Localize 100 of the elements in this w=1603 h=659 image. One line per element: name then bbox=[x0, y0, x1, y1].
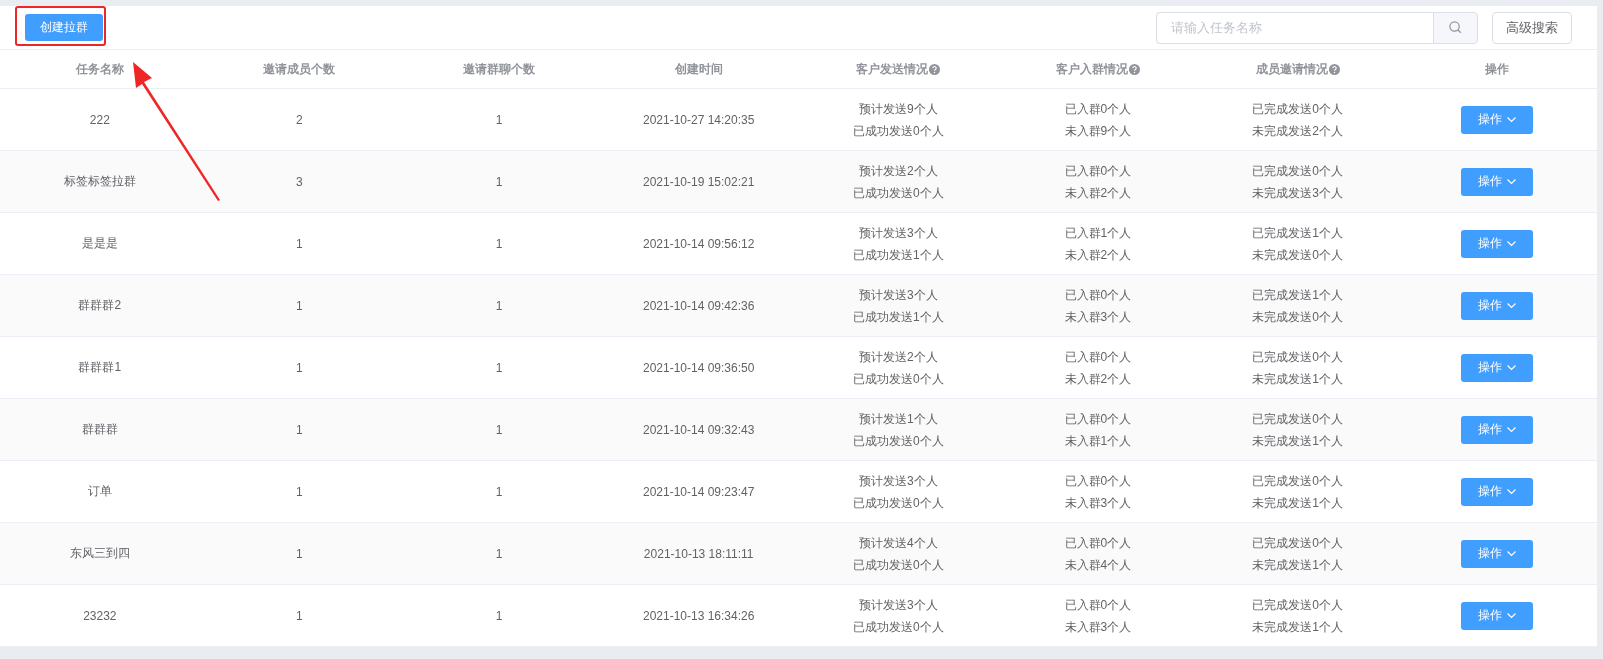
table-cell: 2021-10-27 14:20:35 bbox=[642, 112, 755, 127]
column-header: 邀请成员个数 bbox=[263, 60, 336, 78]
table-cell-text: 已入群0个人 bbox=[1064, 410, 1132, 428]
table-cell-text: 未入群2个人 bbox=[1064, 184, 1132, 202]
table-cell: 23232 bbox=[83, 608, 117, 623]
advanced-search-button[interactable]: 高级搜索 bbox=[1492, 11, 1572, 44]
column-header: 邀请群聊个数 bbox=[463, 60, 536, 78]
table-cell-text: 未入群4个人 bbox=[1064, 556, 1132, 574]
table-cell: 1 bbox=[495, 484, 503, 499]
table-cell: 群群群1 bbox=[78, 359, 122, 376]
table-cell-text: 未入群3个人 bbox=[1064, 494, 1132, 512]
table-cell: 1 bbox=[495, 298, 503, 313]
table-cell-text: 已入群0个人 bbox=[1064, 534, 1132, 552]
table-cell-text: 已入群0个人 bbox=[1064, 596, 1132, 614]
table-cell: 1 bbox=[495, 608, 503, 623]
help-icon bbox=[1328, 63, 1340, 75]
table-cell-text: 未完成发送2个人 bbox=[1252, 122, 1343, 140]
table-cell-text: 未入群1个人 bbox=[1064, 432, 1132, 450]
table-cell: 1 bbox=[296, 298, 303, 313]
table-cell-text: 预计发送2个人 bbox=[858, 162, 938, 180]
table-cell: 1 bbox=[296, 360, 303, 375]
table-cell-text: 未完成发送0个人 bbox=[1252, 246, 1343, 264]
table-cell-text: 已成功发送0个人 bbox=[852, 184, 944, 202]
action-dropdown-button[interactable]: 操作 bbox=[1461, 601, 1534, 630]
chevron-down-icon bbox=[1507, 240, 1517, 247]
table-cell-text: 已入群0个人 bbox=[1064, 100, 1132, 118]
action-dropdown-button[interactable]: 操作 bbox=[1461, 539, 1534, 568]
table-cell: 1 bbox=[296, 422, 303, 437]
action-dropdown-button[interactable]: 操作 bbox=[1461, 477, 1534, 506]
table-cell-text: 已完成发送1个人 bbox=[1252, 286, 1343, 304]
table-cell: 是是是 bbox=[81, 235, 118, 252]
search-icon bbox=[1449, 21, 1462, 34]
table-cell-text: 已成功发送0个人 bbox=[852, 556, 944, 574]
table-cell: 1 bbox=[296, 546, 303, 561]
column-header: 客户入群情况 bbox=[1055, 60, 1128, 78]
table-cell-text: 预计发送3个人 bbox=[858, 596, 938, 614]
table-cell-text: 已完成发送0个人 bbox=[1252, 100, 1343, 118]
chevron-down-icon bbox=[1507, 488, 1517, 495]
table-cell-text: 未完成发送0个人 bbox=[1252, 308, 1343, 326]
chevron-down-icon bbox=[1507, 178, 1517, 185]
table-cell-text: 已成功发送1个人 bbox=[852, 308, 944, 326]
table-cell-text: 未入群2个人 bbox=[1064, 370, 1132, 388]
table-cell-text: 预计发送4个人 bbox=[858, 534, 938, 552]
table-cell-text: 未完成发送1个人 bbox=[1252, 618, 1343, 636]
table-cell: 标签标签拉群 bbox=[63, 173, 136, 190]
table-cell-text: 已成功发送0个人 bbox=[852, 432, 944, 450]
table-cell: 2021-10-14 09:32:43 bbox=[642, 422, 755, 437]
chevron-down-icon bbox=[1507, 364, 1517, 371]
table-cell-text: 已完成发送0个人 bbox=[1252, 348, 1343, 366]
table-cell: 2021-10-14 09:42:36 bbox=[642, 298, 755, 313]
chevron-down-icon bbox=[1507, 426, 1517, 433]
table-cell: 2021-10-13 16:34:26 bbox=[642, 608, 755, 623]
table-cell: 1 bbox=[495, 174, 503, 189]
table-cell-text: 未完成发送1个人 bbox=[1252, 370, 1343, 388]
column-header: 创建时间 bbox=[674, 60, 723, 78]
action-dropdown-button[interactable]: 操作 bbox=[1461, 291, 1534, 320]
create-group-button[interactable]: 创建拉群 bbox=[25, 14, 103, 41]
action-dropdown-button[interactable]: 操作 bbox=[1461, 229, 1534, 258]
table-cell: 222 bbox=[89, 112, 110, 127]
table-cell-text: 已完成发送0个人 bbox=[1252, 410, 1343, 428]
table-cell-text: 未入群3个人 bbox=[1064, 308, 1132, 326]
table-cell-text: 已完成发送0个人 bbox=[1252, 534, 1343, 552]
table-cell: 1 bbox=[495, 236, 503, 251]
table-cell-text: 已入群0个人 bbox=[1064, 348, 1132, 366]
table-cell: 1 bbox=[495, 546, 503, 561]
table-cell-text: 预计发送3个人 bbox=[858, 224, 938, 242]
table-cell: 订单 bbox=[87, 483, 112, 500]
table-cell-text: 已完成发送0个人 bbox=[1252, 162, 1343, 180]
table-cell-text: 未完成发送3个人 bbox=[1252, 184, 1343, 202]
table-cell-text: 已入群0个人 bbox=[1064, 472, 1132, 490]
table-cell: 1 bbox=[296, 608, 303, 623]
table-cell: 2021-10-14 09:56:12 bbox=[642, 236, 755, 251]
table-cell: 2 bbox=[296, 112, 303, 127]
action-dropdown-button[interactable]: 操作 bbox=[1461, 353, 1534, 382]
table-cell: 1 bbox=[495, 112, 503, 127]
chevron-down-icon bbox=[1507, 302, 1517, 309]
table-cell-text: 未完成发送1个人 bbox=[1252, 494, 1343, 512]
column-header: 成员邀请情况 bbox=[1255, 60, 1328, 78]
chevron-down-icon bbox=[1507, 116, 1517, 123]
table-cell: 2021-10-14 09:23:47 bbox=[642, 484, 755, 499]
table-cell-text: 未完成发送1个人 bbox=[1252, 432, 1343, 450]
column-header: 任务名称 bbox=[75, 60, 124, 78]
action-dropdown-button[interactable]: 操作 bbox=[1461, 415, 1534, 444]
table-cell-text: 未完成发送1个人 bbox=[1252, 556, 1343, 574]
search-button[interactable] bbox=[1433, 11, 1478, 44]
table-cell: 2021-10-13 18:11:11 bbox=[643, 546, 754, 561]
table-cell-text: 已成功发送0个人 bbox=[852, 122, 944, 140]
table-cell-text: 预计发送3个人 bbox=[858, 472, 938, 490]
table-cell: 1 bbox=[495, 360, 503, 375]
action-dropdown-button[interactable]: 操作 bbox=[1461, 105, 1534, 134]
table-cell-text: 已成功发送0个人 bbox=[852, 494, 944, 512]
search-field[interactable]: 请输入任务名称 bbox=[1156, 11, 1433, 44]
table-cell-text: 已入群0个人 bbox=[1064, 286, 1132, 304]
action-dropdown-button[interactable]: 操作 bbox=[1461, 167, 1534, 196]
table-cell-text: 未入群9个人 bbox=[1064, 122, 1132, 140]
chevron-down-icon bbox=[1507, 550, 1517, 557]
table-cell: 群群群2 bbox=[78, 297, 122, 314]
table-cell-text: 已入群1个人 bbox=[1064, 224, 1132, 242]
table-cell-text: 已成功发送1个人 bbox=[852, 246, 944, 264]
table-cell: 2021-10-19 15:02:21 bbox=[642, 174, 755, 189]
